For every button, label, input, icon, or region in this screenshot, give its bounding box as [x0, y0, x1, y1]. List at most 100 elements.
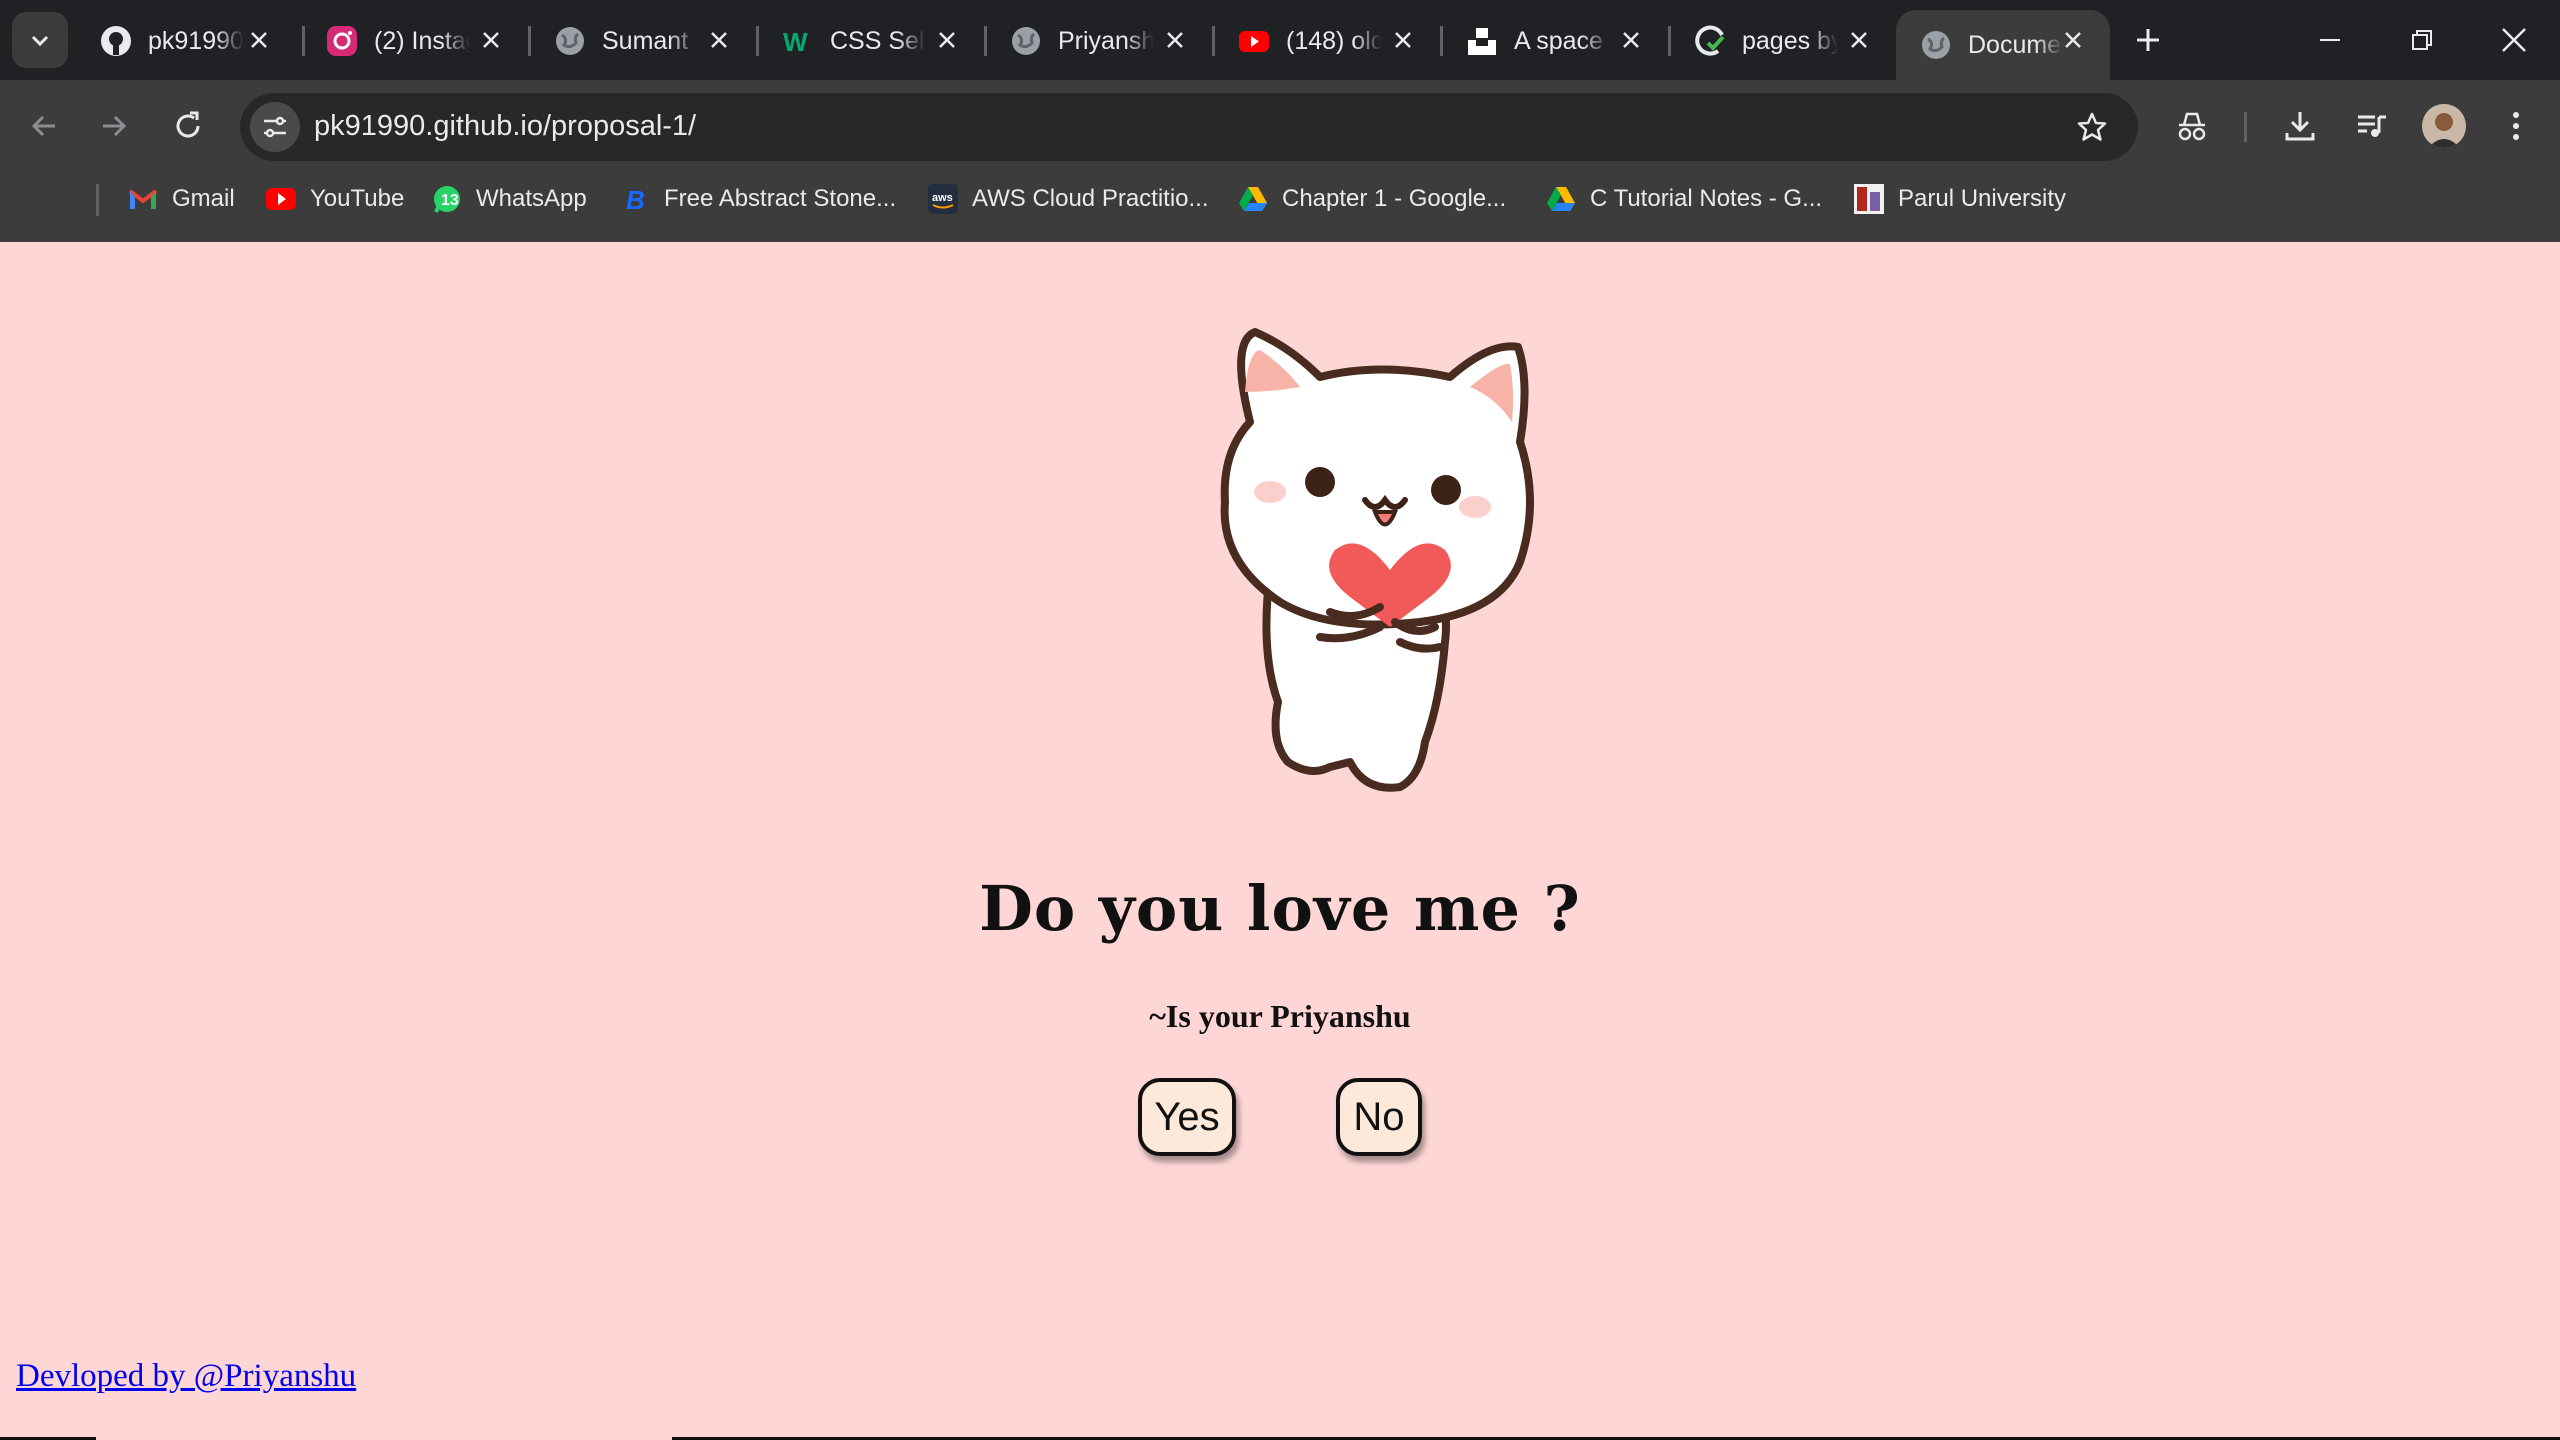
svg-text:13: 13	[441, 192, 459, 209]
tune-icon	[264, 116, 286, 138]
bookmark-aws[interactable]: aws AWS Cloud Practitio...	[928, 178, 1209, 220]
bookmark-label: Gmail	[172, 185, 235, 212]
bookmark-c-tutorial-notes[interactable]: C Tutorial Notes - G...	[1546, 178, 1822, 220]
tab-css-selectors[interactable]: W CSS Selectors	[758, 10, 984, 72]
toolbar: pk91990.github.io/proposal-1/	[0, 80, 2560, 172]
restore-button[interactable]	[2398, 16, 2446, 64]
download-icon	[2285, 112, 2315, 141]
forward-button[interactable]	[90, 102, 138, 150]
tab-document-active[interactable]: Document	[1896, 10, 2110, 80]
gmail-icon	[128, 184, 158, 214]
page-subtitle: ~Is your Priyanshu	[1149, 998, 1411, 1034]
bookmark-label: C Tutorial Notes - G...	[1590, 185, 1823, 212]
youtube-icon	[1238, 25, 1270, 57]
profile-avatar[interactable]	[2422, 104, 2466, 148]
behance-icon: B	[620, 184, 650, 214]
address-bar[interactable]: pk91990.github.io/proposal-1/	[240, 93, 2138, 161]
tab-title: CSS Selectors	[830, 26, 926, 55]
menu-button[interactable]	[2492, 102, 2540, 150]
tab-title: (148) old	[1286, 26, 1382, 55]
bookmark-star-icon[interactable]	[2076, 111, 2108, 143]
close-icon	[2502, 28, 2526, 52]
bookmark-label: Chapter 1 - Google...	[1282, 185, 1507, 212]
downloads-button[interactable]	[2276, 102, 2324, 150]
tab-title: (2) Instagram	[374, 26, 470, 55]
close-tab-icon[interactable]	[704, 25, 734, 55]
bookmark-label: Free Abstract Stone...	[664, 185, 897, 212]
url-text[interactable]: pk91990.github.io/proposal-1/	[314, 110, 696, 143]
whatsapp-icon: 13	[432, 184, 462, 214]
tab-title: Document	[1968, 30, 2064, 59]
browser-chrome: pk91990 (2) Instagram Sumant W CSS Selec…	[0, 0, 2560, 388]
close-tab-icon[interactable]	[244, 25, 274, 55]
close-tab-icon[interactable]	[1844, 25, 1874, 55]
bookmark-label: WhatsApp	[476, 185, 587, 212]
close-tab-icon[interactable]	[1388, 25, 1418, 55]
back-button[interactable]	[20, 102, 68, 150]
tab-search-button[interactable]	[12, 12, 68, 68]
tab-title: pk91990	[148, 26, 244, 55]
bookmark-gmail[interactable]: Gmail	[128, 178, 235, 220]
bookmark-free-abstract-stone[interactable]: B Free Abstract Stone...	[620, 178, 896, 220]
parul-icon	[1854, 184, 1884, 214]
github-icon	[100, 25, 132, 57]
queue-music-icon	[2358, 115, 2386, 137]
close-tab-icon[interactable]	[932, 25, 962, 55]
back-arrow-icon	[31, 115, 55, 137]
bookmarks-divider	[96, 184, 99, 216]
bookmark-label: YouTube	[310, 185, 405, 212]
youtube-icon	[266, 184, 296, 214]
chevron-down-icon	[31, 35, 49, 47]
reload-icon	[176, 111, 200, 138]
google-drive-icon	[1238, 184, 1268, 214]
restore-icon	[2412, 30, 2432, 50]
close-tab-icon[interactable]	[2058, 25, 2088, 55]
tab-strip: pk91990 (2) Instagram Sumant W CSS Selec…	[0, 0, 2560, 80]
incognito-icon	[2178, 112, 2206, 141]
tab-sumant[interactable]: Sumant	[530, 10, 756, 72]
yes-button[interactable]: Yes	[1138, 1078, 1236, 1156]
incognito-button[interactable]	[2168, 102, 2216, 150]
forward-arrow-icon	[103, 115, 127, 137]
tab-title: Sumant	[602, 26, 689, 55]
bookmark-whatsapp[interactable]: 13 WhatsApp	[432, 178, 587, 220]
developer-link[interactable]: Devloped by @Priyanshu	[16, 1358, 356, 1395]
reload-button[interactable]	[164, 102, 212, 150]
no-button[interactable]: No	[1336, 1078, 1422, 1156]
w3schools-icon: W	[782, 25, 814, 57]
globe-icon	[1010, 25, 1042, 57]
svg-text:W: W	[783, 27, 808, 57]
kebab-menu-icon	[2513, 112, 2519, 140]
bookmark-chapter-1[interactable]: Chapter 1 - Google...	[1238, 178, 1506, 220]
globe-icon	[1920, 29, 1952, 61]
tab-title: Priyanshu	[1058, 26, 1154, 55]
cat-with-heart-illustration	[1220, 328, 1534, 792]
tab-github-pages[interactable]: pages by	[1670, 10, 1896, 72]
close-window-button[interactable]	[2490, 16, 2538, 64]
site-info-button[interactable]	[250, 102, 300, 152]
tab-priyanshu[interactable]: Priyanshu	[986, 10, 1212, 72]
new-tab-button[interactable]	[2128, 20, 2168, 60]
page-question: Do you love me ?	[979, 872, 1581, 945]
minimize-button[interactable]	[2306, 16, 2354, 64]
bookmark-parul-university[interactable]: Parul University	[1854, 178, 2066, 220]
avatar-image	[2422, 104, 2466, 148]
close-tab-icon[interactable]	[476, 25, 506, 55]
media-control-button[interactable]	[2348, 102, 2396, 150]
toolbar-divider	[2244, 112, 2247, 142]
close-tab-icon[interactable]	[1616, 25, 1646, 55]
tab-unsplash[interactable]: A space	[1442, 10, 1668, 72]
globe-icon	[554, 25, 586, 57]
bookmark-youtube[interactable]: YouTube	[266, 178, 404, 220]
bookmark-label: AWS Cloud Practitio...	[972, 185, 1209, 212]
plus-icon	[2137, 29, 2159, 51]
tab-youtube[interactable]: (148) old	[1214, 10, 1440, 72]
tab-title: A space	[1514, 26, 1603, 55]
close-tab-icon[interactable]	[1160, 25, 1190, 55]
page-content: Do you love me ? ~Is your Priyanshu Yes …	[0, 242, 2560, 1440]
tab-instagram[interactable]: (2) Instagram	[302, 10, 528, 72]
tab-github[interactable]: pk91990	[76, 10, 296, 72]
bookmark-label: Parul University	[1898, 185, 2067, 212]
github-pages-icon	[1694, 25, 1726, 57]
minimize-icon	[2320, 39, 2340, 41]
